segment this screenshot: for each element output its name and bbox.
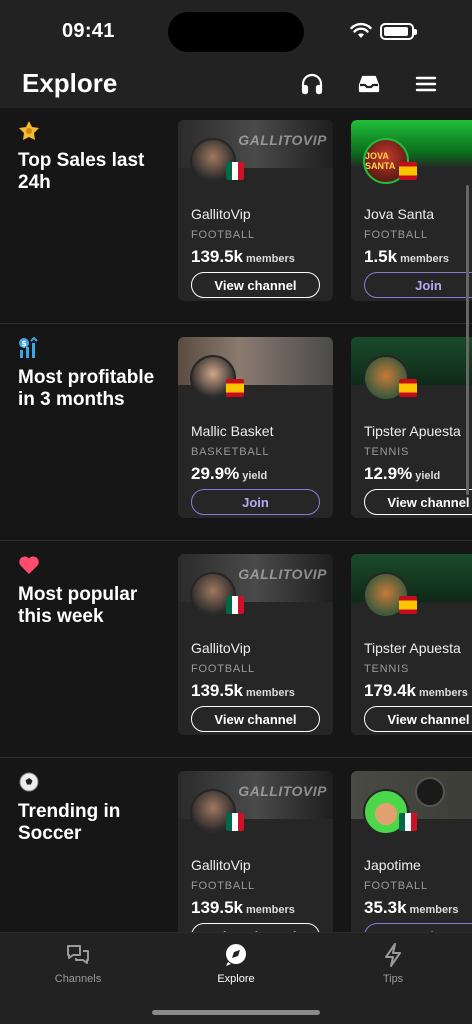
section-trending-soccer: Trending in Soccer GALLITOVIP GallitoVip… (0, 759, 472, 932)
spain-flag-icon (399, 162, 417, 180)
scrollbar[interactable] (466, 185, 469, 495)
join-button[interactable]: Join (191, 489, 320, 515)
channel-sport: FOOTBALL (191, 663, 255, 675)
svg-text:$: $ (21, 339, 27, 348)
channel-metric: 29.9% yield (191, 464, 268, 483)
section-title: Trending in Soccer (18, 801, 121, 844)
nav-channels[interactable]: Channels (23, 941, 133, 985)
inbox-icon[interactable] (355, 70, 383, 98)
section-title: Top Sales last 24h (18, 150, 145, 193)
channel-sport: FOOTBALL (364, 880, 428, 892)
nav-label: Explore (217, 973, 255, 985)
channel-name: Japotime (364, 857, 421, 873)
home-indicator (152, 1010, 320, 1015)
channel-name: Tipster Apuesta (364, 423, 461, 439)
channel-name: GallitoVip (191, 640, 251, 656)
channel-card[interactable]: GALLITOVIP GallitoVip FOOTBALL 139.5k mem… (178, 771, 333, 932)
nav-label: Tips (382, 973, 404, 985)
section-most-popular: Most popular this week GALLITOVIP Gallit… (0, 542, 472, 758)
view-channel-button[interactable]: View channel (364, 489, 472, 515)
channel-metric: 35.3k members (364, 898, 459, 917)
view-channel-button[interactable]: View channel (364, 706, 472, 732)
lightning-icon (338, 941, 448, 969)
channel-sport: FOOTBALL (364, 229, 428, 241)
view-channel-button[interactable]: View channel (191, 272, 320, 298)
channel-name: Tipster Apuesta (364, 640, 461, 656)
channel-sport: FOOTBALL (191, 880, 255, 892)
chat-bubbles-icon (23, 941, 133, 969)
spain-flag-icon (399, 379, 417, 397)
channel-name: GallitoVip (191, 206, 251, 222)
menu-icon[interactable] (412, 70, 440, 98)
section-top-sales: Top Sales last 24h GALLITOVIP GallitoVip… (0, 108, 472, 324)
channel-metric: 139.5k members (191, 681, 295, 700)
channel-card[interactable]: Tipster Apuesta TENNIS 12.9% yield View c… (351, 337, 472, 518)
channel-sport: FOOTBALL (191, 229, 255, 241)
mexico-flag-icon (399, 813, 417, 831)
channel-metric: 139.5k members (191, 898, 295, 917)
nav-tips[interactable]: Tips (338, 941, 448, 985)
section-title: Most popular this week (18, 584, 138, 627)
channel-card[interactable]: Mallic Basket BASKETBALL 29.9% yield Join (178, 337, 333, 518)
wifi-icon (350, 22, 372, 38)
dynamic-island (168, 12, 304, 52)
section-most-profitable: $ Most profitable in 3 months Mallic Bas… (0, 325, 472, 541)
compass-icon (181, 941, 291, 969)
page-title: Explore (22, 68, 118, 98)
channel-name: Mallic Basket (191, 423, 274, 439)
top-header: Explore (0, 60, 472, 108)
channel-card[interactable]: Tipster Apuesta TENNIS 179.4k members Vie… (351, 554, 472, 735)
view-channel-button[interactable]: View channel (191, 706, 320, 732)
headphones-icon[interactable] (298, 70, 326, 98)
spain-flag-icon (226, 379, 244, 397)
banner-text: GALLITOVIP (238, 783, 327, 799)
spain-flag-icon (399, 596, 417, 614)
channel-metric: 179.4k members (364, 681, 468, 700)
channel-metric: 1.5k members (364, 247, 450, 266)
battery-icon (380, 23, 417, 40)
channel-name: Jova Santa (364, 206, 435, 222)
banner-text: GALLITOVIP (238, 132, 327, 148)
mexico-flag-icon (226, 813, 244, 831)
channel-name: GallitoVip (191, 857, 251, 873)
channel-metric: 12.9% yield (364, 464, 441, 483)
mexico-flag-icon (226, 596, 244, 614)
soccer-ball-icon (18, 771, 40, 793)
status-time: 09:41 (62, 20, 115, 42)
channel-sport: BASKETBALL (191, 446, 270, 458)
channel-card[interactable]: GALLITOVIP GallitoVip FOOTBALL 139.5k mem… (178, 120, 333, 301)
nav-label: Channels (54, 973, 102, 985)
banner-text: GALLITOVIP (238, 566, 327, 582)
channel-card[interactable]: Japotime FOOTBALL 35.3kmembers Join (351, 771, 472, 932)
mexico-flag-icon (226, 162, 244, 180)
chart-dollar-icon: $ (18, 337, 40, 359)
channel-card[interactable]: JOVA SANTA Jova Santa FOOTBALL 1.5k membe… (351, 120, 472, 301)
view-channel-button[interactable]: View channel (191, 923, 320, 932)
logo-icon (415, 777, 445, 807)
status-bar: 09:41 (0, 0, 472, 60)
join-button[interactable]: Join (364, 923, 472, 932)
channel-sport: TENNIS (364, 446, 410, 458)
heart-icon (18, 554, 40, 576)
channel-sport: TENNIS (364, 663, 410, 675)
channel-metric: 139.5k members (191, 247, 295, 266)
join-button[interactable]: Join (364, 272, 472, 298)
channel-card[interactable]: GALLITOVIP GallitoVip FOOTBALL 139.5k mem… (178, 554, 333, 735)
section-title: Most profitable in 3 months (18, 367, 155, 410)
nav-explore[interactable]: Explore (181, 941, 291, 985)
medal-icon (18, 120, 40, 142)
